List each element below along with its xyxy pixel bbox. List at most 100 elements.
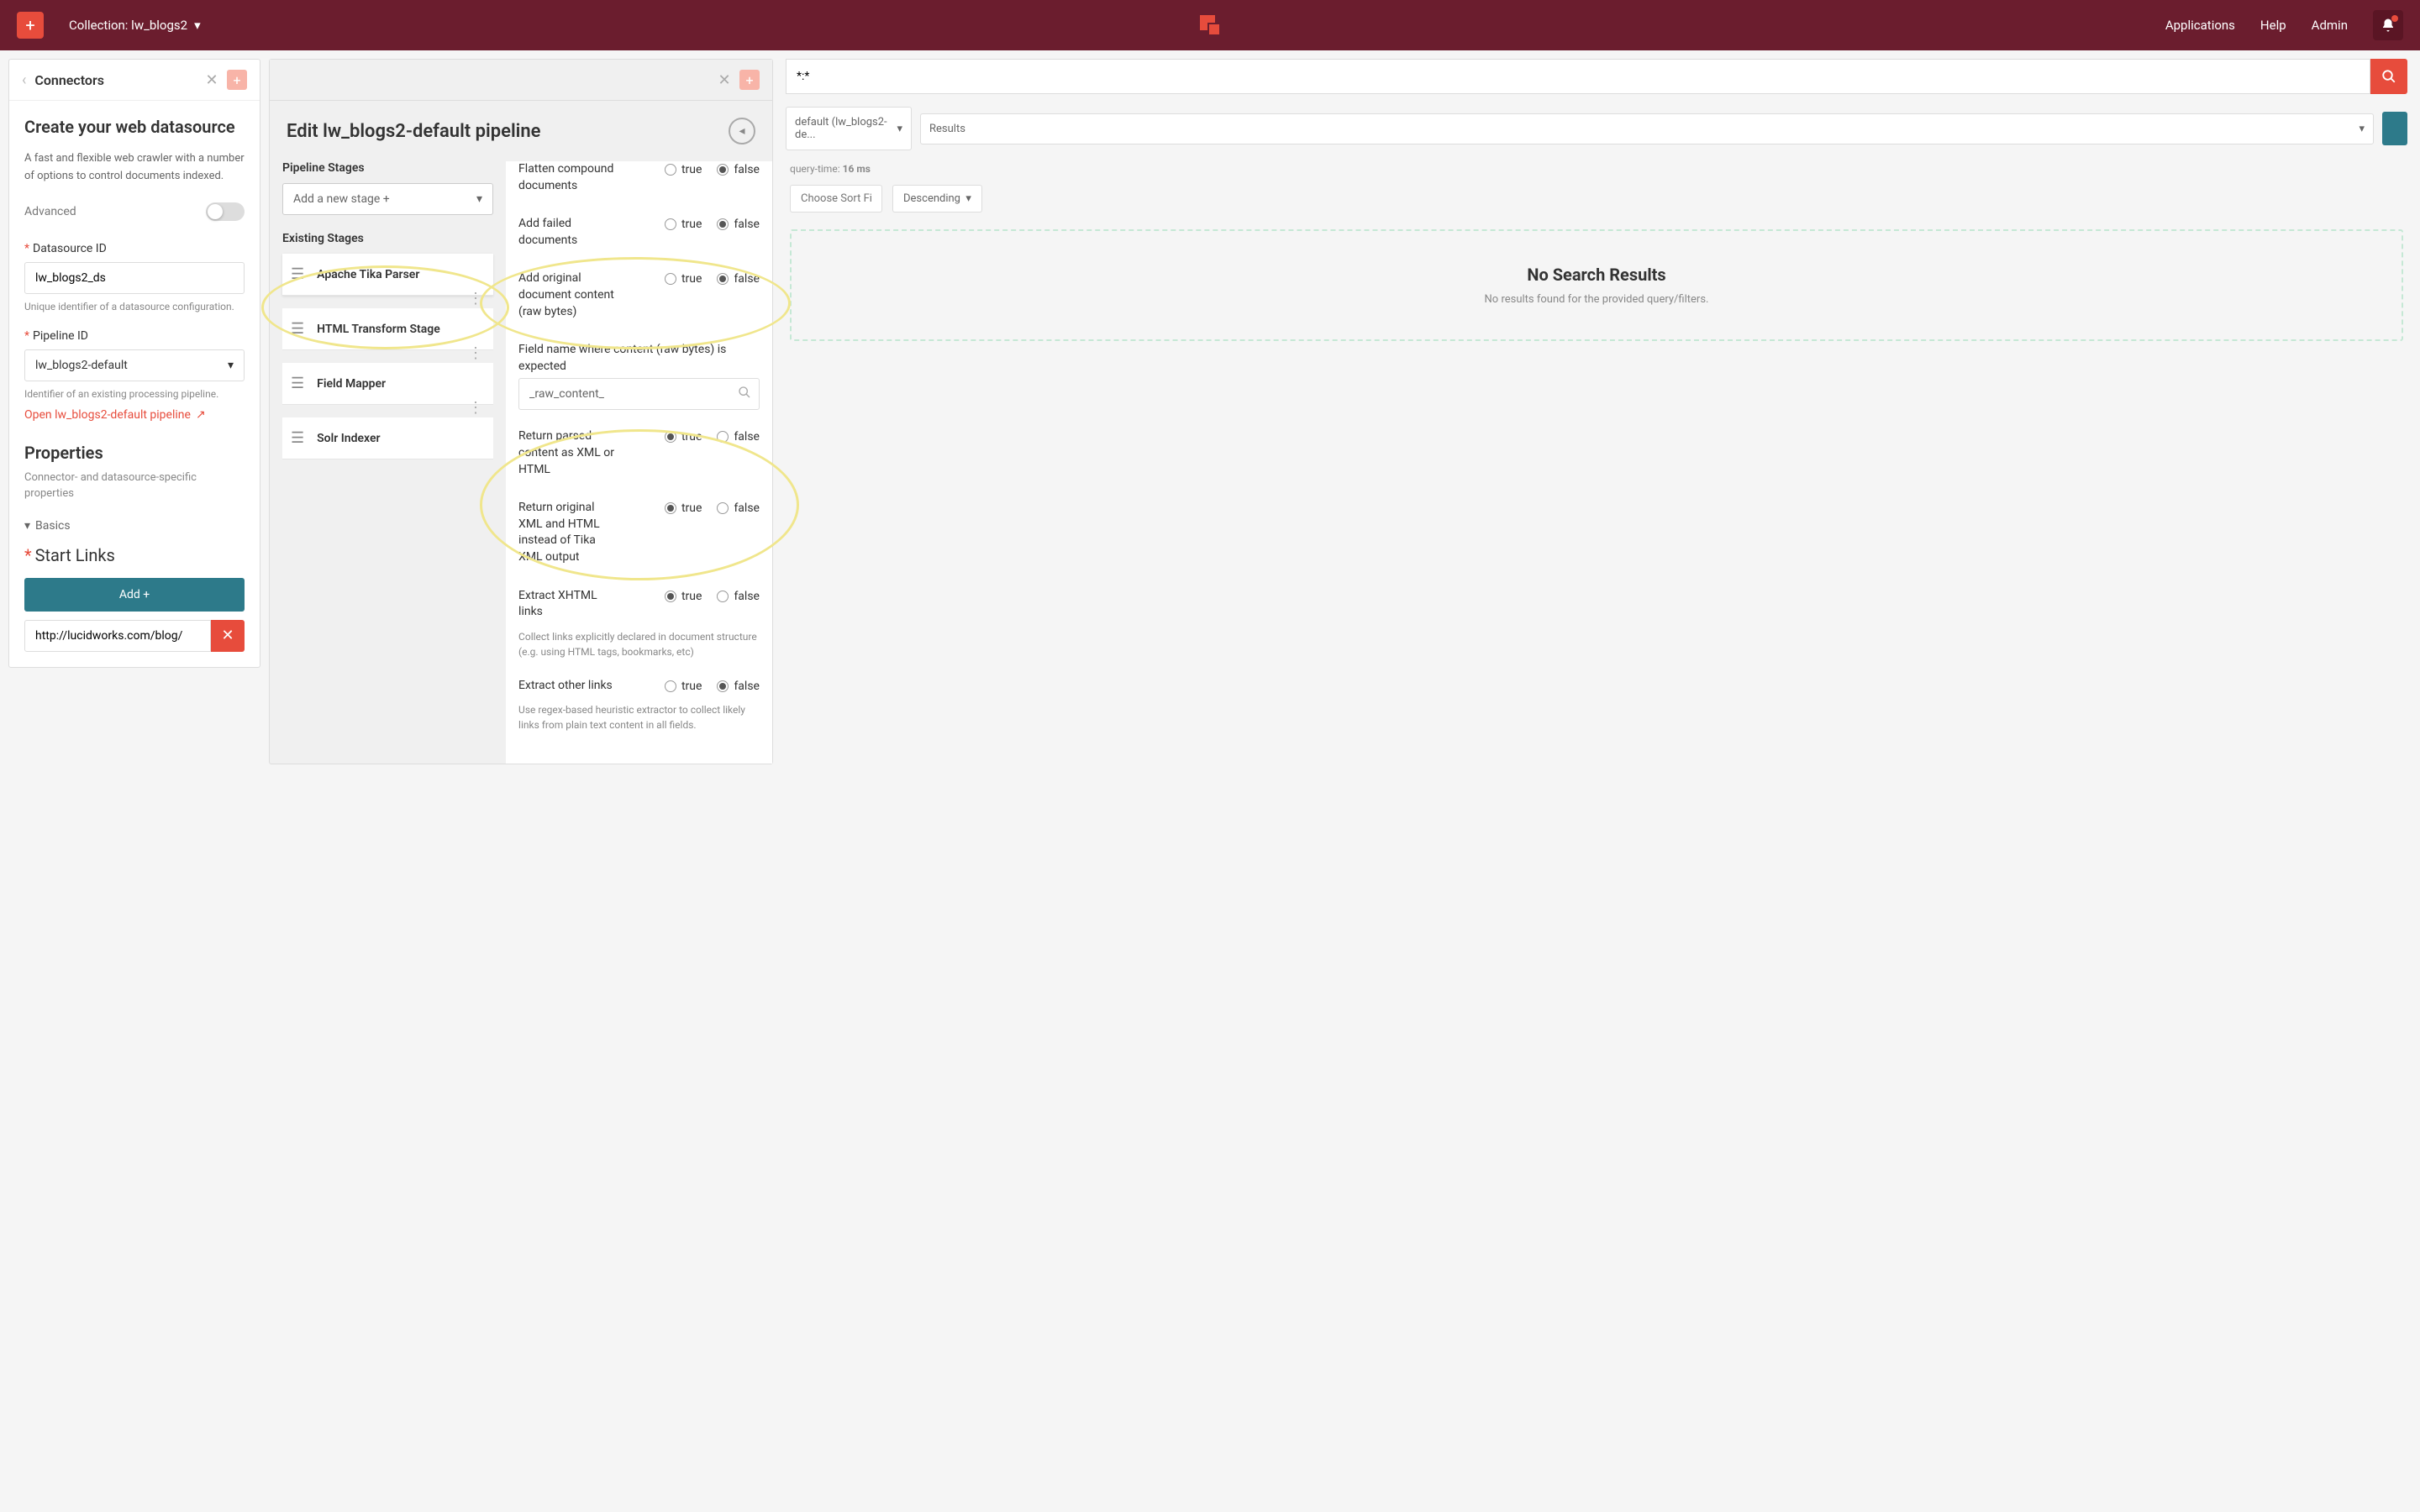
caret-down-icon: ▾ (24, 519, 30, 533)
add-original-true[interactable]: true (665, 272, 702, 286)
properties-sub: Connector- and datasource-specific prope… (24, 470, 245, 502)
stage-solr-indexer[interactable]: ☰ Solr Indexer (282, 417, 493, 459)
extract-xhtml-false[interactable]: false (717, 590, 760, 603)
add-stage-select[interactable]: Add a new stage + ▾ (282, 183, 493, 215)
add-pipeline-button[interactable]: + (739, 70, 760, 90)
chevron-down-icon: ▾ (476, 192, 482, 206)
search-icon (2381, 69, 2396, 84)
flatten-true[interactable]: true (665, 163, 702, 176)
existing-stages-label: Existing Stages (282, 232, 493, 245)
profile-dropdown[interactable]: default (lw_blogs2-de... ▾ (786, 107, 912, 150)
stage-label: Solr Indexer (317, 432, 380, 445)
no-results-desc: No results found for the provided query/… (808, 293, 2385, 306)
stage-apache-tika[interactable]: ☰ Apache Tika Parser (282, 254, 493, 296)
return-original-false[interactable]: false (717, 501, 760, 515)
add-failed-true[interactable]: true (665, 218, 702, 231)
chevron-down-icon: ▾ (194, 18, 201, 33)
nav-admin[interactable]: Admin (2312, 18, 2348, 33)
pipeline-id-hint: Identifier of an existing processing pip… (24, 386, 245, 402)
extract-other-false[interactable]: false (717, 680, 760, 693)
add-original-label: Add original document content (raw bytes… (518, 270, 619, 320)
chevron-down-icon: ▾ (2359, 123, 2365, 135)
main-layout: ‹ Connectors ✕ + Create your web datasou… (0, 50, 2420, 773)
extract-xhtml-label: Extract XHTML links (518, 588, 619, 621)
drag-handle-icon[interactable]: ☰ (291, 265, 304, 283)
notifications-button[interactable] (2373, 10, 2403, 40)
add-connector-button[interactable]: + (227, 70, 247, 90)
pipeline-stages-label: Pipeline Stages (282, 161, 493, 175)
pipeline-title: Edit lw_blogs2-default pipeline (287, 121, 541, 142)
run-button[interactable] (2382, 112, 2407, 145)
extract-other-label: Extract other links (518, 678, 613, 695)
no-results-box: No Search Results No results found for t… (790, 229, 2403, 341)
drag-handle-icon[interactable]: ☰ (291, 429, 304, 447)
search-icon[interactable] (738, 386, 751, 402)
datasource-desc: A fast and flexible web crawler with a n… (24, 150, 245, 186)
stage-label: Apache Tika Parser (317, 268, 419, 281)
stage-label: Field Mapper (317, 377, 386, 391)
return-original-true[interactable]: true (665, 501, 702, 515)
overflow-menu-icon[interactable]: ⋮ (468, 344, 483, 362)
field-name-label: Field name where content (raw bytes) is … (518, 342, 760, 375)
start-links-label: *Start Links (24, 545, 245, 565)
return-xml-label: Return parsed content as XML or HTML (518, 428, 619, 478)
flatten-label: Flatten compound documents (518, 161, 619, 194)
results-dropdown[interactable]: Results ▾ (920, 113, 2374, 144)
extract-other-hint: Use regex-based heuristic extractor to c… (518, 702, 760, 732)
add-link-button[interactable]: Add + (24, 578, 245, 612)
extract-other-true[interactable]: true (665, 680, 702, 693)
sort-order-select[interactable]: Descending ▾ (892, 185, 982, 213)
basics-collapse[interactable]: ▾ Basics (24, 519, 245, 533)
topbar: + Collection: lw_blogs2 ▾ Applications H… (0, 0, 2420, 50)
search-input[interactable] (786, 59, 2370, 94)
nav-applications[interactable]: Applications (2165, 18, 2235, 33)
datasource-id-label: *Datasource ID (24, 242, 245, 255)
advanced-toggle[interactable] (206, 202, 245, 221)
sort-field-input[interactable] (790, 185, 882, 213)
search-button[interactable] (2370, 59, 2407, 94)
query-time-label: query-time: 16 ms (790, 163, 2403, 175)
close-icon[interactable]: ✕ (714, 70, 734, 90)
chevron-down-icon: ▾ (228, 359, 234, 372)
extract-xhtml-true[interactable]: true (665, 590, 702, 603)
pipeline-panel: ✕ + Edit lw_blogs2-default pipeline ◂ Pi… (269, 59, 773, 764)
return-original-label: Return original XML and HTML instead of … (518, 500, 619, 565)
field-name-input[interactable] (518, 378, 760, 410)
pipeline-id-label: *Pipeline ID (24, 329, 245, 343)
extract-xhtml-hint: Collect links explicitly declared in doc… (518, 629, 760, 659)
datasource-id-hint: Unique identifier of a datasource config… (24, 299, 245, 314)
collection-dropdown[interactable]: Collection: lw_blogs2 ▾ (69, 18, 201, 33)
search-panel: default (lw_blogs2-de... ▾ Results ▾ que… (781, 59, 2412, 341)
flatten-false[interactable]: false (717, 163, 760, 176)
nav-help[interactable]: Help (2260, 18, 2286, 33)
stage-field-mapper[interactable]: ☰ Field Mapper (282, 363, 493, 405)
drag-handle-icon[interactable]: ☰ (291, 320, 304, 338)
start-link-input[interactable] (24, 620, 211, 652)
datasource-id-input[interactable] (24, 262, 245, 294)
overflow-menu-icon[interactable]: ⋮ (468, 290, 483, 307)
advanced-label: Advanced (24, 205, 76, 218)
pipeline-id-select[interactable]: lw_blogs2-default ▾ (24, 349, 245, 381)
drag-handle-icon[interactable]: ☰ (291, 375, 304, 392)
datasource-heading: Create your web datasource (24, 116, 245, 138)
overflow-menu-icon[interactable]: ⋮ (468, 399, 483, 417)
add-button-top[interactable]: + (17, 12, 44, 39)
connectors-panel: ‹ Connectors ✕ + Create your web datasou… (8, 59, 260, 668)
open-pipeline-link[interactable]: Open lw_blogs2-default pipeline ↗ (24, 408, 206, 422)
add-original-false[interactable]: false (717, 272, 760, 286)
add-failed-label: Add failed documents (518, 216, 619, 249)
delete-link-button[interactable]: ✕ (211, 620, 245, 652)
back-chevron-icon[interactable]: ‹ (22, 71, 26, 89)
return-xml-false[interactable]: false (717, 430, 760, 444)
stage-label: HTML Transform Stage (317, 323, 440, 336)
top-nav: Applications Help Admin (2165, 10, 2403, 40)
stage-html-transform[interactable]: ☰ HTML Transform Stage (282, 308, 493, 350)
add-failed-false[interactable]: false (717, 218, 760, 231)
return-xml-true[interactable]: true (665, 430, 702, 444)
no-results-title: No Search Results (808, 265, 2385, 285)
collapse-arrow-button[interactable]: ◂ (729, 118, 755, 144)
external-link-icon: ↗ (196, 408, 206, 422)
logo (1197, 12, 1223, 39)
close-icon[interactable]: ✕ (202, 70, 222, 90)
panel-title: Connectors (34, 72, 202, 88)
